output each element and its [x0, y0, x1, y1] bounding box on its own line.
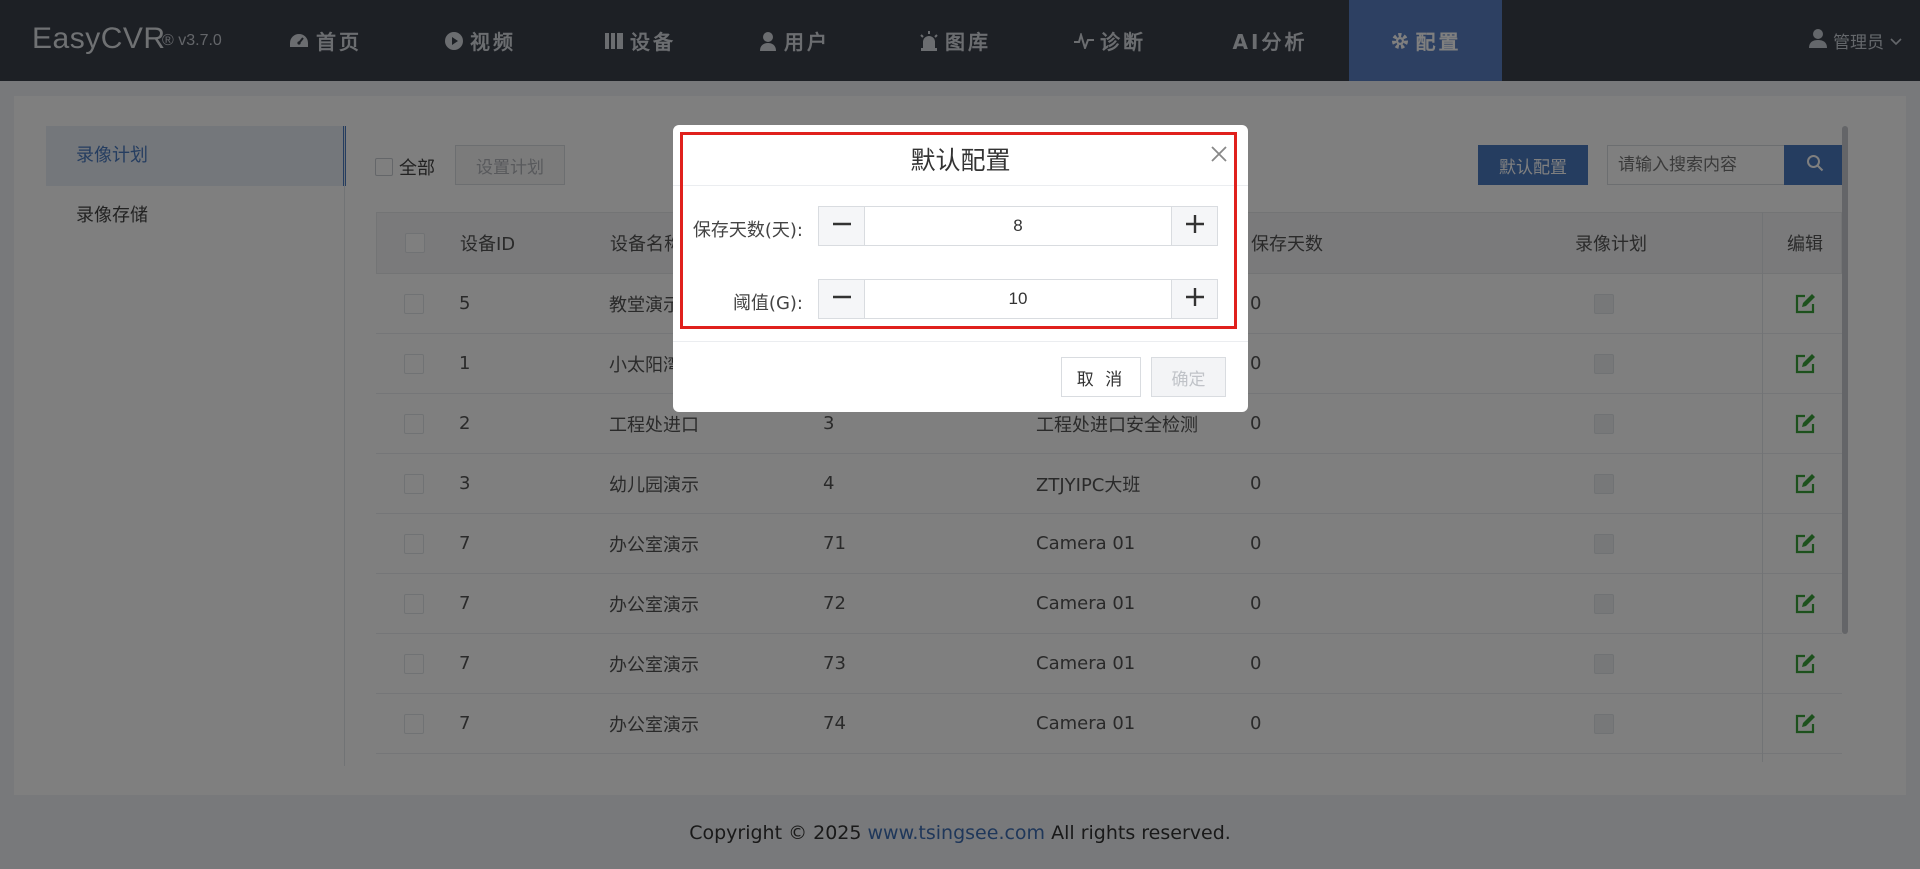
dialog-divider-bottom	[673, 341, 1248, 342]
red-highlight-box	[680, 132, 1237, 329]
confirm-button[interactable]: 确定	[1151, 357, 1226, 397]
cancel-button[interactable]: 取 消	[1061, 357, 1141, 397]
default-config-dialog: 默认配置 保存天数(天): 8 阈值(G): 10 取 消 确定	[673, 125, 1248, 412]
